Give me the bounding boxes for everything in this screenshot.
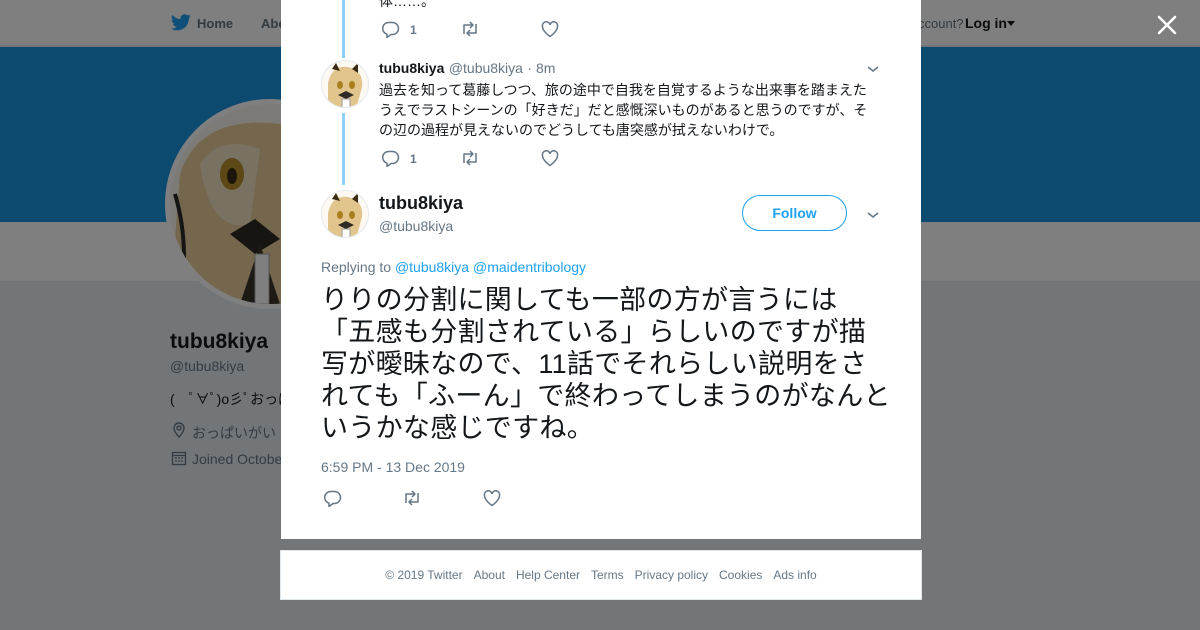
reply-tweet-text: 過去を知って葛藤しつつ、旅の途中で自我を自覚するような出来事を踏まえたうえでラス… [379, 82, 868, 138]
tweet-text: りりの分割に関しても一部の方が言うには「五感も分割されている」らしいのですが描写… [321, 285, 891, 443]
reply-icon [324, 490, 342, 507]
footer-link-cookies[interactable]: Cookies [719, 568, 762, 582]
chevron-down-icon[interactable] [865, 207, 881, 223]
footer: © 2019 Twitter About Help Center Terms P… [280, 550, 922, 600]
retweet-action[interactable] [460, 21, 480, 37]
reply-action[interactable]: 1 [382, 150, 417, 167]
like-icon [541, 150, 559, 167]
close-icon[interactable] [1154, 12, 1180, 38]
mention-link[interactable]: @tubu8kiya [395, 259, 469, 275]
footer-link-help-center[interactable]: Help Center [516, 568, 580, 582]
tweet-author-handle[interactable]: @tubu8kiya [379, 218, 453, 234]
footer-link-terms[interactable]: Terms [591, 568, 624, 582]
like-icon [541, 21, 559, 38]
reply-author-name[interactable]: tubu8kiya [379, 60, 444, 76]
tweet-permalink-modal: 体……。 1 tubu8kiya @tubu8kiya · 8m 過去を知って葛… [281, 0, 921, 539]
retweet-icon [463, 150, 477, 166]
retweet-action[interactable] [460, 150, 480, 166]
retweet-action[interactable] [402, 490, 422, 506]
thread-connector-line [342, 113, 345, 185]
retweet-icon [405, 490, 419, 506]
reply-tweet-header: tubu8kiya @tubu8kiya · 8m [379, 60, 555, 78]
footer-link-ads-info[interactable]: Ads info [773, 568, 816, 582]
reply-action[interactable]: 1 [382, 21, 417, 38]
thread-connector-line [342, 0, 345, 58]
footer-link-privacy[interactable]: Privacy policy [635, 568, 708, 582]
tweet-timestamp[interactable]: 6:59 PM - 13 Dec 2019 [321, 459, 465, 475]
reply-timestamp[interactable]: · 8m [527, 60, 555, 76]
footer-copyright: © 2019 Twitter [385, 568, 463, 582]
footer-link-about[interactable]: About [474, 568, 505, 582]
reply-icon [382, 21, 400, 38]
chevron-down-icon[interactable] [865, 61, 881, 77]
avatar[interactable] [321, 190, 369, 238]
reply-action[interactable] [324, 490, 342, 507]
reply-icon [382, 150, 400, 167]
mention-link[interactable]: @maidentribology [473, 259, 586, 275]
replying-to-label: Replying to [321, 259, 395, 275]
reply-author-handle[interactable]: @tubu8kiya [449, 60, 523, 76]
reply-count: 1 [410, 22, 417, 37]
like-action[interactable] [541, 150, 559, 167]
tweet-author-name[interactable]: tubu8kiya [379, 193, 463, 214]
like-action[interactable] [541, 21, 559, 38]
reply-count: 1 [410, 151, 417, 166]
replying-to: Replying to @tubu8kiya @maidentribology [321, 259, 586, 275]
avatar[interactable] [321, 60, 369, 108]
like-action[interactable] [483, 490, 501, 507]
previous-tweet-text: 体……。 [379, 0, 435, 9]
follow-button[interactable]: Follow [742, 195, 847, 231]
like-icon [483, 490, 501, 507]
retweet-icon [463, 21, 477, 37]
